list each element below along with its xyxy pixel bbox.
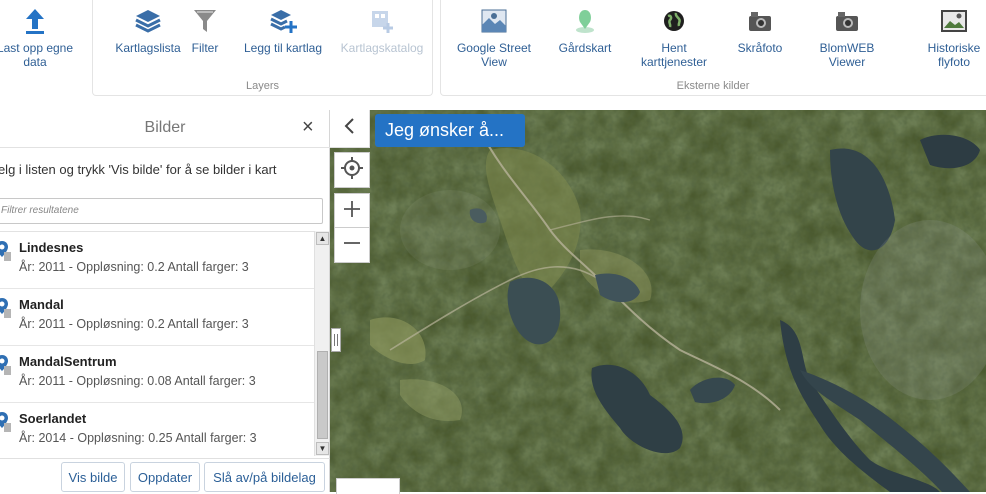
gardskart-label: Gårdskart: [558, 41, 612, 55]
filter-label: Filter: [191, 41, 219, 55]
catalog-icon: [338, 6, 426, 36]
toggle-image-layer-button[interactable]: Slå av/på bildelag: [204, 462, 325, 492]
plus-icon: [342, 199, 362, 224]
map-pin-icon: [0, 240, 12, 267]
crosshair-icon: [340, 156, 364, 185]
panel-resize-handle[interactable]: [331, 328, 341, 352]
close-icon[interactable]: ×: [302, 117, 318, 137]
list-item[interactable]: Soerlandet År: 2014 - Oppløsning: 0.25 A…: [0, 403, 314, 456]
show-image-button[interactable]: Vis bilde: [61, 462, 125, 492]
skrafoto-label: Skråfoto: [737, 41, 783, 55]
ribbon-toolbar: Last opp egne data Layers Kartlagslista …: [0, 0, 986, 110]
historical-photos-button[interactable]: Historiske flyfoto: [918, 6, 986, 69]
list-scrollbar[interactable]: ▲ ▼: [314, 231, 329, 456]
upload-data-button[interactable]: Last opp egne data: [0, 6, 80, 69]
map-pin-icon: [0, 297, 12, 324]
upload-label-2: data: [23, 55, 47, 69]
image-list: Lindesnes År: 2011 - Oppløsning: 0.2 Ant…: [0, 231, 314, 456]
layer-catalog-label: Kartlagskatalog: [340, 41, 424, 55]
zoom-in-button[interactable]: [334, 193, 370, 229]
street-view-button[interactable]: Google Street View: [452, 6, 536, 69]
list-item[interactable]: Lindesnes År: 2011 - Oppløsning: 0.2 Ant…: [0, 232, 314, 289]
add-layer-icon: [238, 6, 328, 36]
scroll-up-icon[interactable]: ▲: [316, 232, 329, 245]
globe-icon: [632, 6, 716, 36]
item-name: MandalSentrum: [19, 354, 117, 369]
panel-header: Bilder ×: [0, 110, 330, 148]
picture-icon: [918, 6, 986, 36]
street-view-label-1: Google Street: [456, 41, 532, 55]
minus-icon: [342, 233, 362, 258]
aerial-map[interactable]: [330, 110, 986, 492]
kartlagslista-label: Kartlagslista: [115, 41, 181, 55]
panel-button-bar: Vis bilde Oppdater Slå av/på bildelag: [0, 458, 330, 492]
update-button[interactable]: Oppdater: [130, 462, 200, 492]
layer-catalog-button[interactable]: Kartlagskatalog: [338, 6, 426, 55]
add-layer-label: Legg til kartlag: [243, 41, 323, 55]
kartlagslista-button[interactable]: Kartlagslista: [100, 6, 196, 55]
add-layer-button[interactable]: Legg til kartlag: [238, 6, 328, 55]
map-pin-icon: [0, 354, 12, 381]
scroll-down-icon[interactable]: ▼: [316, 442, 329, 455]
gardskart-button[interactable]: Gårdskart: [554, 6, 616, 55]
layers-stack-icon: [100, 6, 196, 36]
fetch-services-label-2: karttjenester: [640, 55, 708, 69]
scroll-thumb[interactable]: [317, 351, 328, 439]
camera-icon: [808, 6, 886, 36]
fetch-services-button[interactable]: Hent karttjenester: [632, 6, 716, 69]
item-meta: År: 2014 - Oppløsning: 0.25 Antall farge…: [19, 431, 257, 445]
item-meta: År: 2011 - Oppløsning: 0.2 Antall farger…: [19, 260, 249, 274]
item-name: Soerlandet: [19, 411, 87, 426]
panel-title: Bilder: [144, 119, 186, 136]
chevron-left-icon: [344, 118, 356, 139]
upload-label-1: Last opp egne: [0, 41, 74, 55]
item-meta: År: 2011 - Oppløsning: 0.08 Antall farge…: [19, 374, 256, 388]
fetch-services-label-1: Hent: [661, 41, 687, 55]
layers-group-label: Layers: [245, 80, 280, 92]
blomweb-button[interactable]: BlomWEB Viewer: [808, 6, 886, 69]
external-group-label: Eksterne kilder: [676, 80, 750, 92]
zoom-out-button[interactable]: [334, 227, 370, 263]
list-item[interactable]: MandalSentrum År: 2011 - Oppløsning: 0.0…: [0, 346, 314, 403]
camera-icon: [732, 6, 788, 36]
item-name: Mandal: [19, 297, 64, 312]
blomweb-label-1: BlomWEB: [819, 41, 875, 55]
map-pin-icon: [0, 411, 12, 438]
skrafoto-button[interactable]: Skråfoto: [732, 6, 788, 55]
jeg-onsker-button[interactable]: Jeg ønsker å...: [375, 114, 525, 147]
historical-photos-label-2: flyfoto: [937, 55, 970, 69]
filter-button[interactable]: Filter: [184, 6, 226, 55]
street-view-label-2: View: [481, 55, 507, 69]
historical-photos-label-1: Historiske: [927, 41, 981, 55]
blomweb-label-2: Viewer: [828, 55, 866, 69]
item-name: Lindesnes: [19, 240, 84, 255]
upload-icon: [0, 6, 80, 36]
locate-button[interactable]: [334, 152, 370, 188]
map-view[interactable]: [330, 110, 986, 492]
item-meta: År: 2011 - Oppløsning: 0.2 Antall farger…: [19, 317, 249, 331]
list-item[interactable]: Mandal År: 2011 - Oppløsning: 0.2 Antall…: [0, 289, 314, 346]
images-panel: Bilder × Velg i listen og trykk 'Vis bil…: [0, 110, 330, 492]
panel-hint: Velg i listen og trykk 'Vis bilde' for å…: [0, 162, 277, 177]
street-view-icon: [452, 6, 536, 36]
collapse-panel-button[interactable]: [330, 110, 370, 148]
filter-input[interactable]: Filtrer resultatene: [0, 198, 323, 224]
farm-map-icon: [554, 6, 616, 36]
funnel-icon: [184, 6, 226, 36]
